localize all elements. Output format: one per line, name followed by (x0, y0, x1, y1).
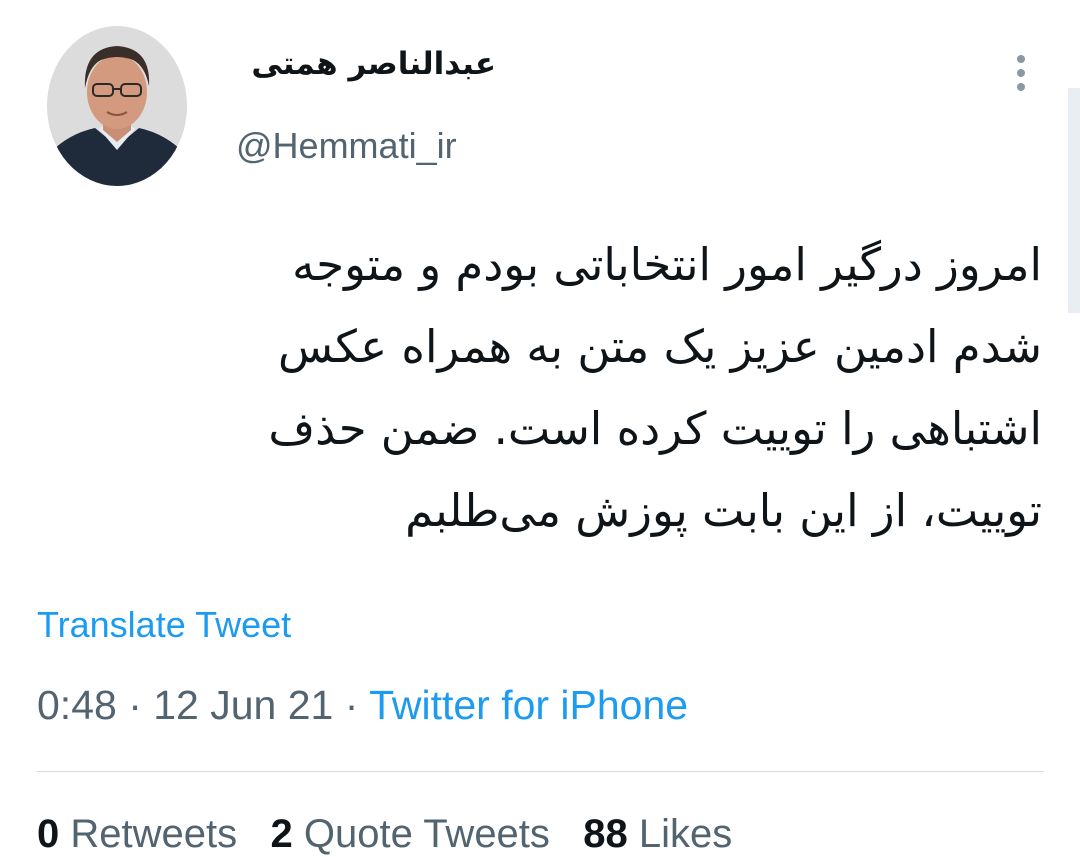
avatar[interactable] (47, 26, 187, 186)
display-name[interactable]: عبدالناصر همتی (251, 46, 496, 82)
meta-separator: · (116, 682, 154, 728)
likes-label: Likes (638, 812, 733, 856)
tweet-time[interactable]: 0:48 (37, 682, 117, 728)
retweets-label: Retweets (70, 812, 238, 856)
tweet-meta: 0:48 · 12 Jun 21 · Twitter for iPhone (37, 682, 688, 729)
tweet-text-line: امروز درگیر امور انتخاباتی بودم و متوجه (292, 238, 1042, 291)
tweet-text-line: توییت، از این بابت پوزش می‌طلبم (405, 484, 1042, 537)
tweet-date[interactable]: 12 Jun 21 (153, 682, 333, 728)
quote-tweets-stat[interactable]: 2 Quote Tweets (270, 812, 549, 856)
tweet-text-line: اشتباهی را توییت کرده است. ضمن حذف (268, 402, 1042, 455)
meta-separator: · (333, 682, 370, 728)
tweet-source-link[interactable]: Twitter for iPhone (369, 682, 688, 728)
retweets-count: 0 (37, 812, 60, 856)
user-handle[interactable]: @Hemmati_ir (236, 125, 457, 167)
tweet-text-line: شدم ادمین عزیز یک متن به همراه عکس (278, 320, 1042, 373)
scrollbar[interactable] (1068, 88, 1080, 313)
tweet-text: امروز درگیر امور انتخاباتی بودم و متوجه … (12, 224, 1042, 552)
translate-tweet-link[interactable]: Translate Tweet (37, 604, 291, 646)
likes-count: 88 (583, 812, 628, 856)
quote-tweets-label: Quote Tweets (303, 812, 550, 856)
tweet-stats: 0 Retweets 2 Quote Tweets 88 Likes (37, 812, 732, 857)
likes-stat[interactable]: 88 Likes (583, 812, 732, 856)
retweets-stat[interactable]: 0 Retweets (37, 812, 237, 856)
vertical-ellipsis-icon[interactable] (1008, 53, 1034, 95)
quote-tweets-count: 2 (270, 812, 293, 856)
divider (37, 771, 1044, 772)
